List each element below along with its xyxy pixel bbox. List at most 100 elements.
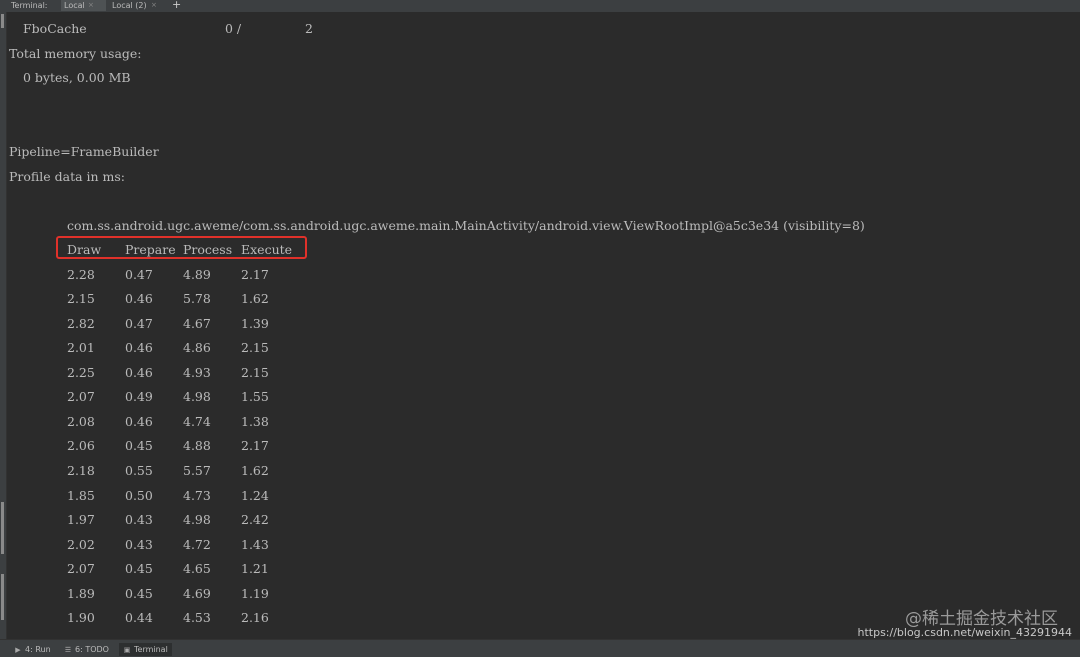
todo-list-icon: ☰ — [64, 646, 72, 654]
process-value: 4.69 — [183, 586, 211, 601]
left-tool-gutter — [0, 12, 7, 639]
profile-row: 2.18 0.55 5.57 1.62 — [67, 463, 327, 479]
process-value: 4.74 — [183, 414, 211, 429]
prepare-value: 0.44 — [125, 610, 153, 625]
prepare-value: 0.47 — [125, 267, 153, 282]
add-tab-icon[interactable]: + — [172, 0, 181, 11]
process-value: 4.89 — [183, 267, 211, 282]
prepare-value: 0.46 — [125, 414, 153, 429]
fbo-total: 2 — [305, 21, 313, 36]
pipeline-line: Pipeline=FrameBuilder — [9, 144, 159, 159]
profile-row: 2.28 0.47 4.89 2.17 — [67, 267, 327, 283]
profile-row: 2.02 0.43 4.72 1.43 — [67, 537, 327, 553]
process-value: 4.72 — [183, 537, 211, 552]
execute-value: 2.42 — [241, 512, 269, 527]
prepare-value: 0.49 — [125, 389, 153, 404]
prepare-value: 0.46 — [125, 291, 153, 306]
profile-row: 1.85 0.50 4.73 1.24 — [67, 488, 327, 504]
terminal-icon: ▣ — [123, 646, 131, 654]
tab-local-2[interactable]: Local (2) × — [107, 0, 163, 11]
profile-row: 2.82 0.47 4.67 1.39 — [67, 316, 327, 332]
execute-value: 1.21 — [241, 561, 269, 576]
process-value: 5.57 — [183, 463, 211, 478]
execute-value: 1.19 — [241, 586, 269, 601]
prepare-value: 0.43 — [125, 537, 153, 552]
prepare-value: 0.45 — [125, 438, 153, 453]
prepare-value: 0.50 — [125, 488, 153, 503]
close-icon[interactable]: × — [88, 0, 94, 11]
profile-row: 1.97 0.43 4.98 2.42 — [67, 512, 327, 528]
profile-row: 2.07 0.45 4.65 1.21 — [67, 561, 327, 577]
execute-value: 1.43 — [241, 537, 269, 552]
draw-value: 1.90 — [67, 610, 95, 625]
draw-value: 2.02 — [67, 537, 95, 552]
profile-row: 2.06 0.45 4.88 2.17 — [67, 438, 327, 454]
draw-value: 1.97 — [67, 512, 95, 527]
execute-value: 1.39 — [241, 316, 269, 331]
profile-row: 1.90 0.44 4.53 2.16 — [67, 610, 327, 626]
execute-value: 2.17 — [241, 267, 269, 282]
header-highlight-box — [56, 236, 307, 259]
prepare-value: 0.45 — [125, 586, 153, 601]
terminal-output[interactable]: FboCache 0 / 2 Total memory usage: 0 byt… — [7, 12, 1080, 639]
process-value: 4.67 — [183, 316, 211, 331]
ide-terminal-window: Terminal: Local × Local (2) × + FboCache… — [0, 0, 1080, 657]
run-label: 4: Run — [25, 645, 51, 654]
prepare-value: 0.46 — [125, 340, 153, 355]
todo-label: 6: TODO — [75, 645, 109, 654]
execute-value: 2.17 — [241, 438, 269, 453]
execute-value: 1.62 — [241, 463, 269, 478]
execute-value: 1.24 — [241, 488, 269, 503]
process-value: 4.93 — [183, 365, 211, 380]
execute-value: 1.55 — [241, 389, 269, 404]
close-icon[interactable]: × — [151, 0, 157, 11]
profile-row: 2.25 0.46 4.93 2.15 — [67, 365, 327, 381]
draw-value: 2.07 — [67, 389, 95, 404]
tool-window-bar: ▶ 4: Run ☰ 6: TODO ▣ Terminal — [0, 639, 1080, 657]
draw-value: 2.08 — [67, 414, 95, 429]
draw-value: 2.82 — [67, 316, 95, 331]
tool-window-strip-icon[interactable] — [1, 574, 4, 620]
terminal-tool-button[interactable]: ▣ Terminal — [119, 643, 172, 656]
tool-window-strip-icon[interactable] — [1, 14, 4, 28]
process-value: 4.65 — [183, 561, 211, 576]
memory-value: 0 bytes, 0.00 MB — [23, 70, 131, 85]
memory-title: Total memory usage: — [9, 46, 142, 61]
prepare-value: 0.46 — [125, 365, 153, 380]
run-tool-button[interactable]: ▶ 4: Run — [10, 643, 55, 656]
draw-value: 2.15 — [67, 291, 95, 306]
profile-row: 2.08 0.46 4.74 1.38 — [67, 414, 327, 430]
draw-value: 2.06 — [67, 438, 95, 453]
draw-value: 2.28 — [67, 267, 95, 282]
process-value: 4.73 — [183, 488, 211, 503]
execute-value: 1.38 — [241, 414, 269, 429]
process-value: 4.86 — [183, 340, 211, 355]
process-value: 5.78 — [183, 291, 211, 306]
draw-value: 2.25 — [67, 365, 95, 380]
terminal-label: Terminal: — [11, 1, 48, 10]
tab-local[interactable]: Local × — [61, 0, 106, 11]
profile-row: 2.01 0.46 4.86 2.15 — [67, 340, 327, 356]
run-icon: ▶ — [15, 646, 21, 654]
prepare-value: 0.55 — [125, 463, 153, 478]
fbo-name: FboCache — [23, 21, 87, 36]
process-value: 4.88 — [183, 438, 211, 453]
todo-tool-button[interactable]: ☰ 6: TODO — [60, 643, 113, 656]
source-url: https://blog.csdn.net/weixin_43291944 — [857, 626, 1072, 639]
fbo-used: 0 / — [225, 21, 242, 36]
tab-label: Local (2) — [112, 1, 147, 10]
prepare-value: 0.45 — [125, 561, 153, 576]
draw-value: 1.89 — [67, 586, 95, 601]
process-value: 4.53 — [183, 610, 211, 625]
draw-value: 1.85 — [67, 488, 95, 503]
draw-value: 2.01 — [67, 340, 95, 355]
profile-row: 2.07 0.49 4.98 1.55 — [67, 389, 327, 405]
prepare-value: 0.43 — [125, 512, 153, 527]
prepare-value: 0.47 — [125, 316, 153, 331]
tab-label: Local — [64, 1, 85, 10]
terminal-label: Terminal — [134, 645, 168, 654]
execute-value: 1.62 — [241, 291, 269, 306]
tool-window-strip-icon[interactable] — [1, 502, 4, 554]
process-value: 4.98 — [183, 389, 211, 404]
profile-row: 1.89 0.45 4.69 1.19 — [67, 586, 327, 602]
